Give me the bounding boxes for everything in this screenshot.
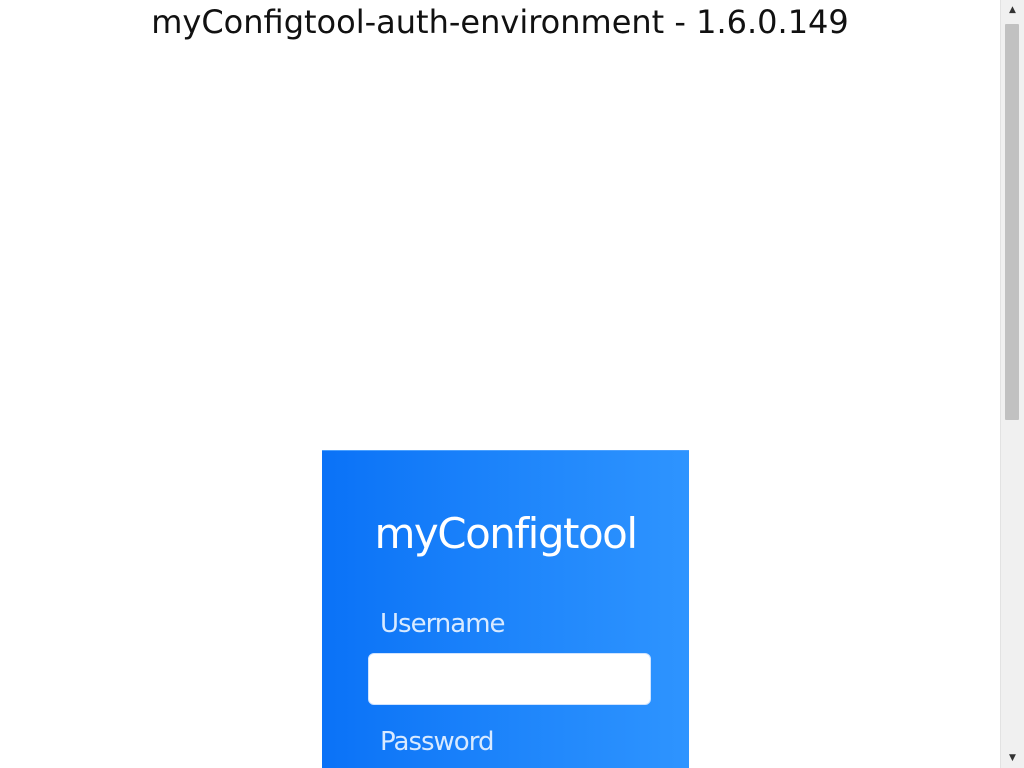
page-title: myConfigtool-auth-environment - 1.6.0.14… xyxy=(151,3,849,41)
page-viewport: myConfigtool-auth-environment - 1.6.0.14… xyxy=(0,0,1000,768)
scroll-down-arrow-icon[interactable]: ▼ xyxy=(1001,748,1024,768)
scroll-up-arrow-icon[interactable]: ▲ xyxy=(1001,0,1024,20)
vertical-scrollbar[interactable]: ▲ ▼ xyxy=(1000,0,1024,768)
username-input[interactable] xyxy=(368,653,651,705)
scrollbar-thumb[interactable] xyxy=(1005,24,1019,420)
brand-title: myConfigtool xyxy=(374,509,638,558)
login-card: myConfigtool Username Password xyxy=(322,450,689,768)
username-label: Username xyxy=(380,609,506,639)
password-label: Password xyxy=(380,727,494,757)
